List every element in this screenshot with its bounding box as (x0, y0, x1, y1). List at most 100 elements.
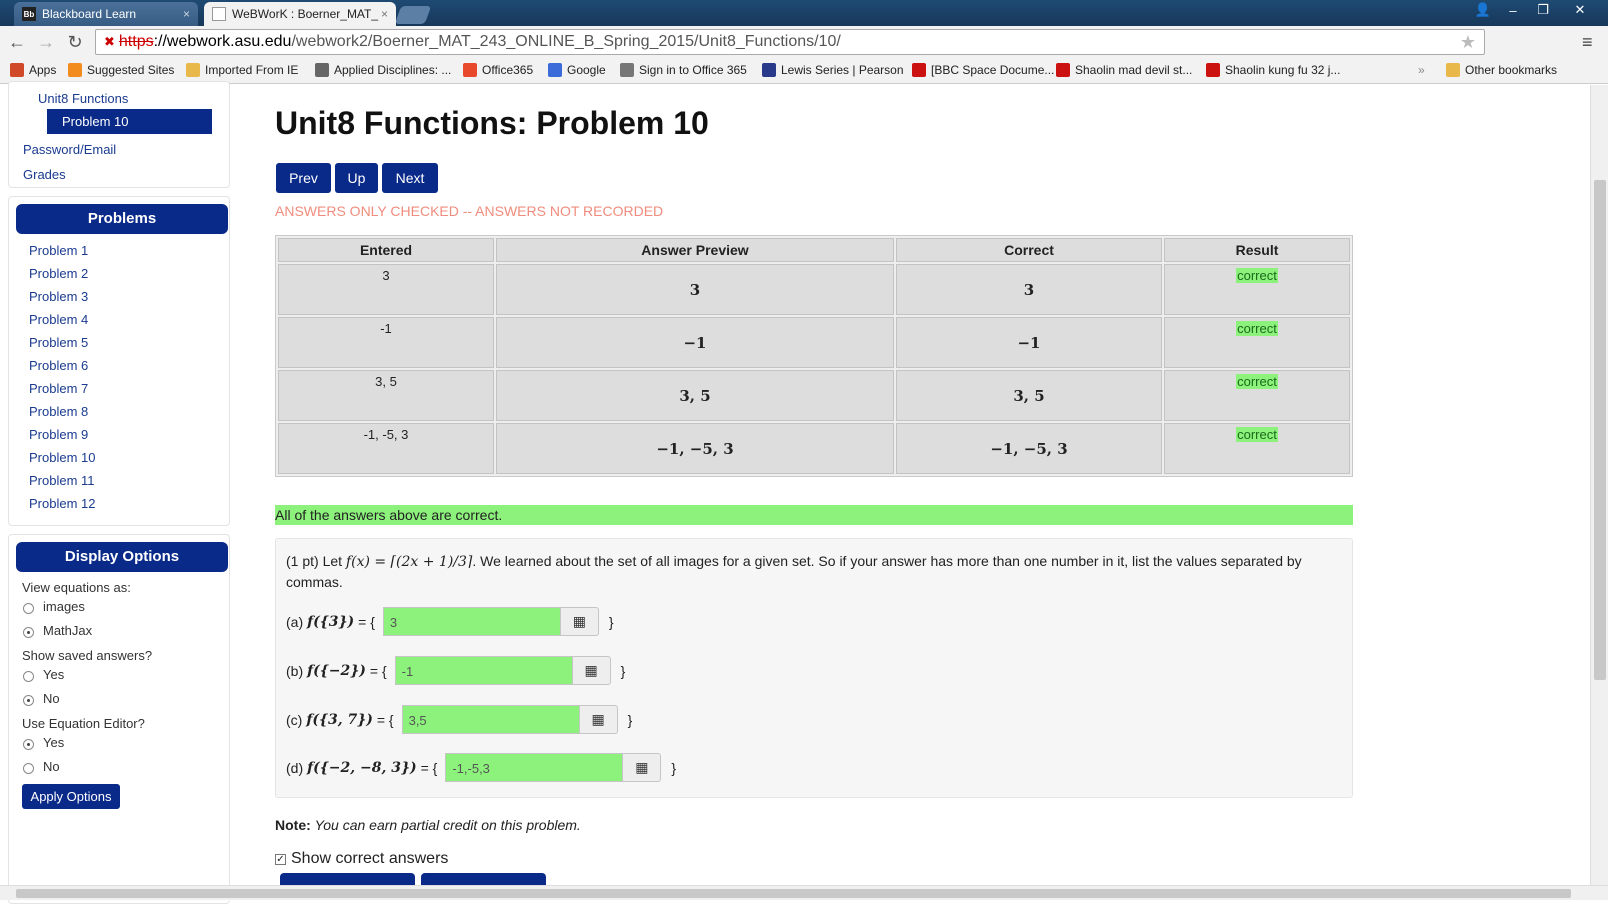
next-button[interactable]: Next (382, 163, 438, 193)
problem-link[interactable]: Problem 11 (29, 473, 95, 488)
radio-editor-no[interactable] (23, 763, 34, 774)
answer-input[interactable]: 3 (382, 607, 561, 636)
horizontal-scrollbar[interactable] (0, 885, 1608, 900)
page-content: Unit8 Functions Problem 10 Password/Emai… (0, 81, 1590, 904)
window-close-icon[interactable]: ✕ (1560, 0, 1600, 20)
bookmark-item[interactable]: Shaolin kung fu 32 j... (1206, 63, 1340, 77)
radio-saved-yes-label: Yes (43, 667, 65, 682)
radio-saved-no[interactable] (23, 695, 34, 706)
show-correct-checkbox[interactable]: ✓ (275, 853, 286, 865)
blackboard-favicon-icon: Bb (22, 7, 36, 21)
close-icon[interactable]: × (381, 7, 388, 21)
bookmark-label: Imported From IE (205, 63, 299, 77)
radio-images[interactable] (23, 603, 34, 614)
bookmark-label: Shaolin kung fu 32 j... (1225, 63, 1341, 77)
problem-points: (1 pt) Let (286, 553, 343, 569)
cell-preview-value: −1 (683, 334, 707, 352)
bookmark-item[interactable]: Sign in to Office 365 (620, 63, 747, 77)
cell-result: correct (1164, 317, 1350, 368)
bookmark-icon (1056, 63, 1070, 77)
restore-icon[interactable]: ❐ (1528, 0, 1558, 20)
nav-grades[interactable]: Grades (23, 167, 66, 182)
cell-correct: 3 (896, 264, 1162, 315)
bookmark-item[interactable]: Lewis Series | Pearson (762, 63, 904, 77)
radio-saved-yes[interactable] (23, 671, 34, 682)
equation-editor-icon[interactable]: ▦ (572, 656, 611, 685)
other-bookmarks[interactable]: Other bookmarks (1446, 63, 1557, 77)
sidebar-nav: Unit8 Functions Problem 10 Password/Emai… (8, 81, 230, 188)
up-button[interactable]: Up (335, 163, 378, 193)
problem-link[interactable]: Problem 7 (29, 381, 88, 396)
all-correct-banner: All of the answers above are correct. (275, 505, 1353, 525)
bookmark-label: Suggested Sites (87, 63, 175, 77)
back-icon[interactable]: ← (6, 31, 28, 53)
equation-editor-icon[interactable]: ▦ (560, 607, 599, 636)
bookmark-item[interactable]: Google (548, 63, 606, 77)
nav-password-email[interactable]: Password/Email (23, 142, 116, 157)
tab-blackboard[interactable]: Bb Blackboard Learn × (14, 2, 198, 26)
bookmark-icon (68, 63, 82, 77)
radio-editor-yes[interactable] (23, 739, 34, 750)
other-bookmarks-label: Other bookmarks (1465, 63, 1558, 77)
bookmark-icon (186, 63, 200, 77)
bookmark-icon (762, 63, 776, 77)
show-correct-answers-option[interactable]: ✓ Show correct answers (275, 850, 448, 868)
answer-input[interactable]: 3,5 (401, 705, 580, 734)
vertical-scroll-thumb[interactable] (1594, 180, 1606, 680)
equation-editor-icon[interactable]: ▦ (579, 705, 618, 734)
problem-statement: (1 pt) Let f(x) = ⌈(2x + 1)/3⌉. We learn… (286, 551, 1341, 592)
forward-icon[interactable]: → (35, 31, 57, 53)
problem-link[interactable]: Problem 8 (29, 404, 88, 419)
bookmark-item[interactable]: Applied Disciplines: ... (315, 63, 451, 77)
nav-unit8-functions[interactable]: Unit8 Functions (38, 91, 128, 106)
vertical-scrollbar[interactable] (1590, 85, 1608, 885)
problem-link[interactable]: Problem 9 (29, 427, 88, 442)
problem-link[interactable]: Problem 1 (29, 243, 88, 258)
view-equations-label: View equations as: (22, 580, 131, 595)
problem-link[interactable]: Problem 10 (29, 450, 95, 465)
table-row: 3, 5 3, 5 3, 5 correct (278, 370, 1350, 421)
radio-saved-no-label: No (43, 691, 60, 706)
page-title: Unit8 Functions: Problem 10 (275, 105, 709, 141)
answer-input[interactable]: -1 (394, 656, 573, 685)
bookmark-item[interactable]: Apps (10, 63, 56, 77)
cell-preview-value: −1, −5, 3 (656, 440, 734, 458)
problem-link[interactable]: Problem 5 (29, 335, 88, 350)
problem-link[interactable]: Problem 3 (29, 289, 88, 304)
bookmark-item[interactable]: Office365 (463, 63, 533, 77)
bookmark-item[interactable]: Imported From IE (186, 63, 298, 77)
bookmark-item[interactable]: [BBC Space Docume... (912, 63, 1054, 77)
equation-editor-icon[interactable]: ▦ (623, 753, 662, 782)
header-entered: Entered (278, 238, 494, 262)
chrome-menu-icon[interactable]: ≡ (1582, 32, 1600, 52)
answer-input[interactable]: -1,-5,3 (445, 753, 624, 782)
address-bar[interactable]: ✖ https://webwork.asu.edu/webwork2/Boern… (95, 29, 1485, 55)
part-expression: f({−2, −8, 3}) (307, 759, 417, 776)
bookmark-item[interactable]: Suggested Sites (68, 63, 174, 77)
problem-link[interactable]: Problem 4 (29, 312, 88, 327)
bookmark-star-icon[interactable]: ★ (1460, 32, 1476, 53)
nav-problem-10-active[interactable]: Problem 10 (47, 109, 212, 134)
bookmark-label: Office365 (482, 63, 534, 77)
minimize-icon[interactable]: – (1498, 0, 1528, 20)
user-icon[interactable]: 👤 (1468, 0, 1498, 20)
apply-options-button[interactable]: Apply Options (22, 784, 120, 809)
problem-link[interactable]: Problem 12 (29, 496, 95, 511)
radio-mathjax[interactable] (23, 627, 34, 638)
results-table: Entered Answer Preview Correct Result 33… (275, 235, 1353, 477)
close-icon[interactable]: × (183, 7, 190, 21)
bookmark-item[interactable]: Shaolin mad devil st... (1056, 63, 1192, 77)
new-tab-button[interactable] (394, 6, 432, 24)
bookmark-label: Google (567, 63, 606, 77)
cell-entered-value: -1 (380, 321, 392, 336)
horizontal-scroll-thumb[interactable] (16, 889, 1571, 898)
part-label: (b) (286, 662, 304, 679)
reload-icon[interactable]: ↻ (64, 31, 86, 53)
problem-link[interactable]: Problem 6 (29, 358, 88, 373)
cell-result-value: correct (1236, 268, 1278, 283)
problem-link[interactable]: Problem 2 (29, 266, 88, 281)
prev-button[interactable]: Prev (276, 163, 331, 193)
bookmarks-overflow-icon[interactable]: » (1418, 63, 1425, 77)
tab-webwork[interactable]: WeBWorK : Boerner_MAT_ × (204, 2, 396, 26)
url-path: /webwork2/Boerner_MAT_243_ONLINE_B_Sprin… (291, 33, 841, 50)
